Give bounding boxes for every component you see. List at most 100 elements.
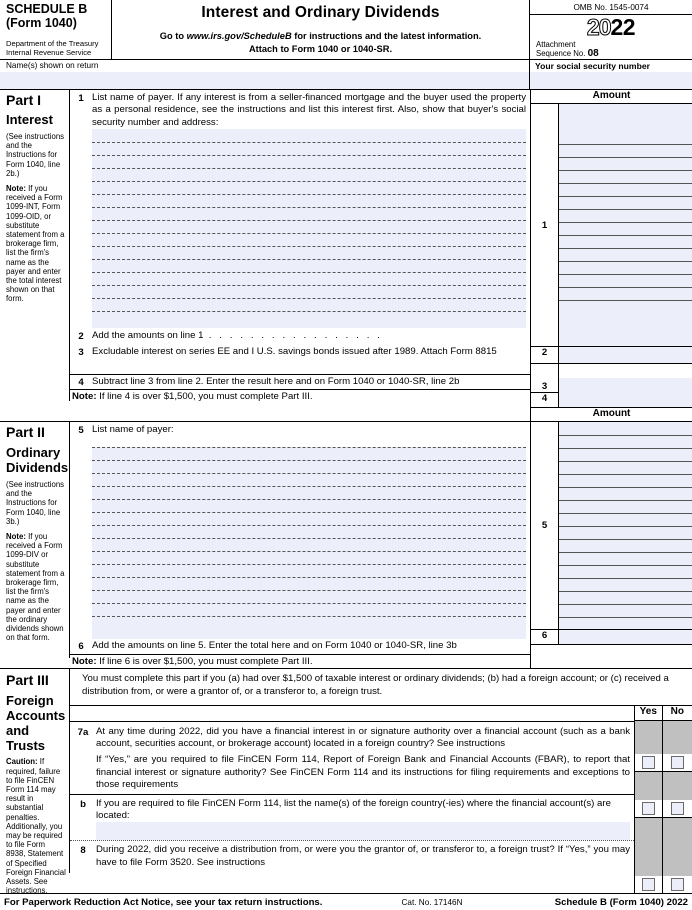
payer-line[interactable] — [92, 525, 526, 527]
amount-entry-line[interactable] — [559, 248, 692, 249]
payer-line[interactable] — [92, 246, 526, 248]
amount-entry-line[interactable] — [559, 170, 692, 171]
payer-line[interactable] — [92, 603, 526, 605]
amount-entry-line[interactable] — [559, 157, 692, 158]
line-4-amount-number: 4 — [531, 393, 559, 407]
line-3-amount-number: 3 — [531, 364, 559, 392]
payer-line[interactable] — [92, 590, 526, 592]
amount-entry-line[interactable] — [559, 261, 692, 262]
irs-url-link[interactable]: www.irs.gov/ScheduleB — [187, 31, 292, 41]
tax-year-century: 20 — [586, 14, 612, 40]
amount-entry-line[interactable] — [559, 552, 692, 553]
form-title: Interest and Ordinary Dividends — [201, 4, 440, 21]
payer-line[interactable] — [92, 564, 526, 566]
part-3-name-line-2: Accounts — [6, 708, 66, 724]
part-3-name-line-3: and Trusts — [6, 723, 46, 754]
payer-line[interactable] — [92, 259, 526, 261]
payer-line[interactable] — [92, 460, 526, 462]
payer-line[interactable] — [92, 551, 526, 553]
payer-line[interactable] — [92, 220, 526, 222]
amount-entry-line[interactable] — [559, 526, 692, 527]
amount-entry-line[interactable] — [559, 578, 692, 579]
name-field-cell: Name(s) shown on return — [0, 60, 530, 89]
payer-line[interactable] — [92, 486, 526, 488]
amount-entry-line[interactable] — [559, 461, 692, 462]
part-3-questions-table: 7a At any time during 2022, did you have… — [70, 704, 692, 893]
payer-line[interactable] — [92, 616, 526, 618]
line-7a-continued-yes-checkbox[interactable] — [641, 801, 655, 815]
part-1-note-text: If line 4 is over $1,500, you must compl… — [96, 391, 313, 403]
amount-entry-line[interactable] — [559, 209, 692, 210]
amount-entry-line[interactable] — [559, 591, 692, 592]
amount-entry-line[interactable] — [559, 604, 692, 605]
line-3-amount-field[interactable] — [559, 378, 692, 393]
payer-line[interactable] — [92, 538, 526, 540]
line-4-amount-field[interactable] — [559, 393, 692, 407]
payer-line[interactable] — [92, 285, 526, 287]
line-6-amount-row: 6 — [531, 629, 692, 644]
ssn-field-cell: Your social security number — [530, 60, 692, 89]
part-1-title: Part I — [6, 92, 42, 108]
payer-line[interactable] — [92, 447, 526, 449]
amount-entry-line[interactable] — [559, 287, 692, 288]
line-2-amount-field[interactable] — [559, 347, 692, 363]
payer-line[interactable] — [92, 142, 526, 144]
line-5-payer-entry-area[interactable] — [92, 447, 526, 640]
amount-entry-line[interactable] — [559, 539, 692, 540]
amount-entry-line[interactable] — [559, 183, 692, 184]
amount-entry-line[interactable] — [559, 222, 692, 223]
payer-line[interactable] — [92, 168, 526, 170]
payer-line[interactable] — [92, 473, 526, 475]
line-8-yes-cell — [635, 817, 663, 893]
amount-entry-line[interactable] — [559, 513, 692, 514]
amount-entry-line[interactable] — [559, 435, 692, 436]
amount-entry-line[interactable] — [559, 474, 692, 475]
payer-line[interactable] — [92, 233, 526, 235]
amount-entry-line[interactable] — [559, 487, 692, 488]
amount-entry-line[interactable] — [559, 274, 692, 275]
line-1-amount-field[interactable] — [559, 104, 692, 346]
line-7a-continued-text: If “Yes,” are you required to file FinCE… — [96, 754, 630, 791]
line-7a-continued-answer-row — [635, 771, 692, 818]
attach-to-line: Attach to Form 1040 or 1040-SR. — [248, 44, 393, 54]
line-3-text: Excludable interest on series EE and I U… — [92, 346, 497, 358]
amount-entry-line[interactable] — [559, 617, 692, 618]
payer-line[interactable] — [92, 499, 526, 501]
payer-line[interactable] — [92, 512, 526, 514]
line-5-amount-field[interactable] — [559, 422, 692, 629]
amount-entry-line[interactable] — [559, 500, 692, 501]
line-4-number: 4 — [78, 377, 84, 389]
part-1-note-label: Note: — [6, 184, 26, 194]
line-6-amount-field[interactable] — [559, 630, 692, 644]
amount-entry-line[interactable] — [559, 196, 692, 197]
amount-entry-line[interactable] — [559, 448, 692, 449]
line-8-yes-box-wrap — [635, 875, 662, 893]
line-7a-no-checkbox[interactable] — [670, 755, 684, 769]
taxpayer-identification-row: Name(s) shown on return Your social secu… — [0, 60, 692, 90]
service-line: Internal Revenue Service — [6, 47, 92, 57]
payer-line[interactable] — [92, 155, 526, 157]
part-2-name-line-2: Dividends — [6, 460, 69, 475]
header-schedule-block: SCHEDULE B (Form 1040) Department of the… — [0, 0, 112, 59]
payer-line[interactable] — [92, 194, 526, 196]
part-1-section: Part I Interest (See instructions and th… — [0, 90, 692, 422]
line-3-number: 3 — [78, 347, 84, 359]
line-7a-yes-checkbox[interactable] — [641, 755, 655, 769]
payer-line[interactable] — [92, 311, 526, 313]
name-input[interactable] — [0, 72, 529, 89]
payer-line[interactable] — [92, 207, 526, 209]
amount-entry-line[interactable] — [559, 565, 692, 566]
line-7b-country-input[interactable] — [96, 822, 630, 841]
payer-line[interactable] — [92, 298, 526, 300]
amount-entry-line[interactable] — [559, 300, 692, 301]
payer-line[interactable] — [92, 577, 526, 579]
amount-entry-line[interactable] — [559, 235, 692, 236]
line-7a-no-cell — [662, 720, 692, 771]
line-1-payer-entry-area[interactable] — [92, 129, 526, 329]
payer-line[interactable] — [92, 181, 526, 183]
ssn-input[interactable] — [530, 72, 692, 89]
line-7a-continued-no-checkbox[interactable] — [670, 801, 684, 815]
amount-entry-line[interactable] — [559, 144, 692, 145]
payer-line[interactable] — [92, 272, 526, 274]
